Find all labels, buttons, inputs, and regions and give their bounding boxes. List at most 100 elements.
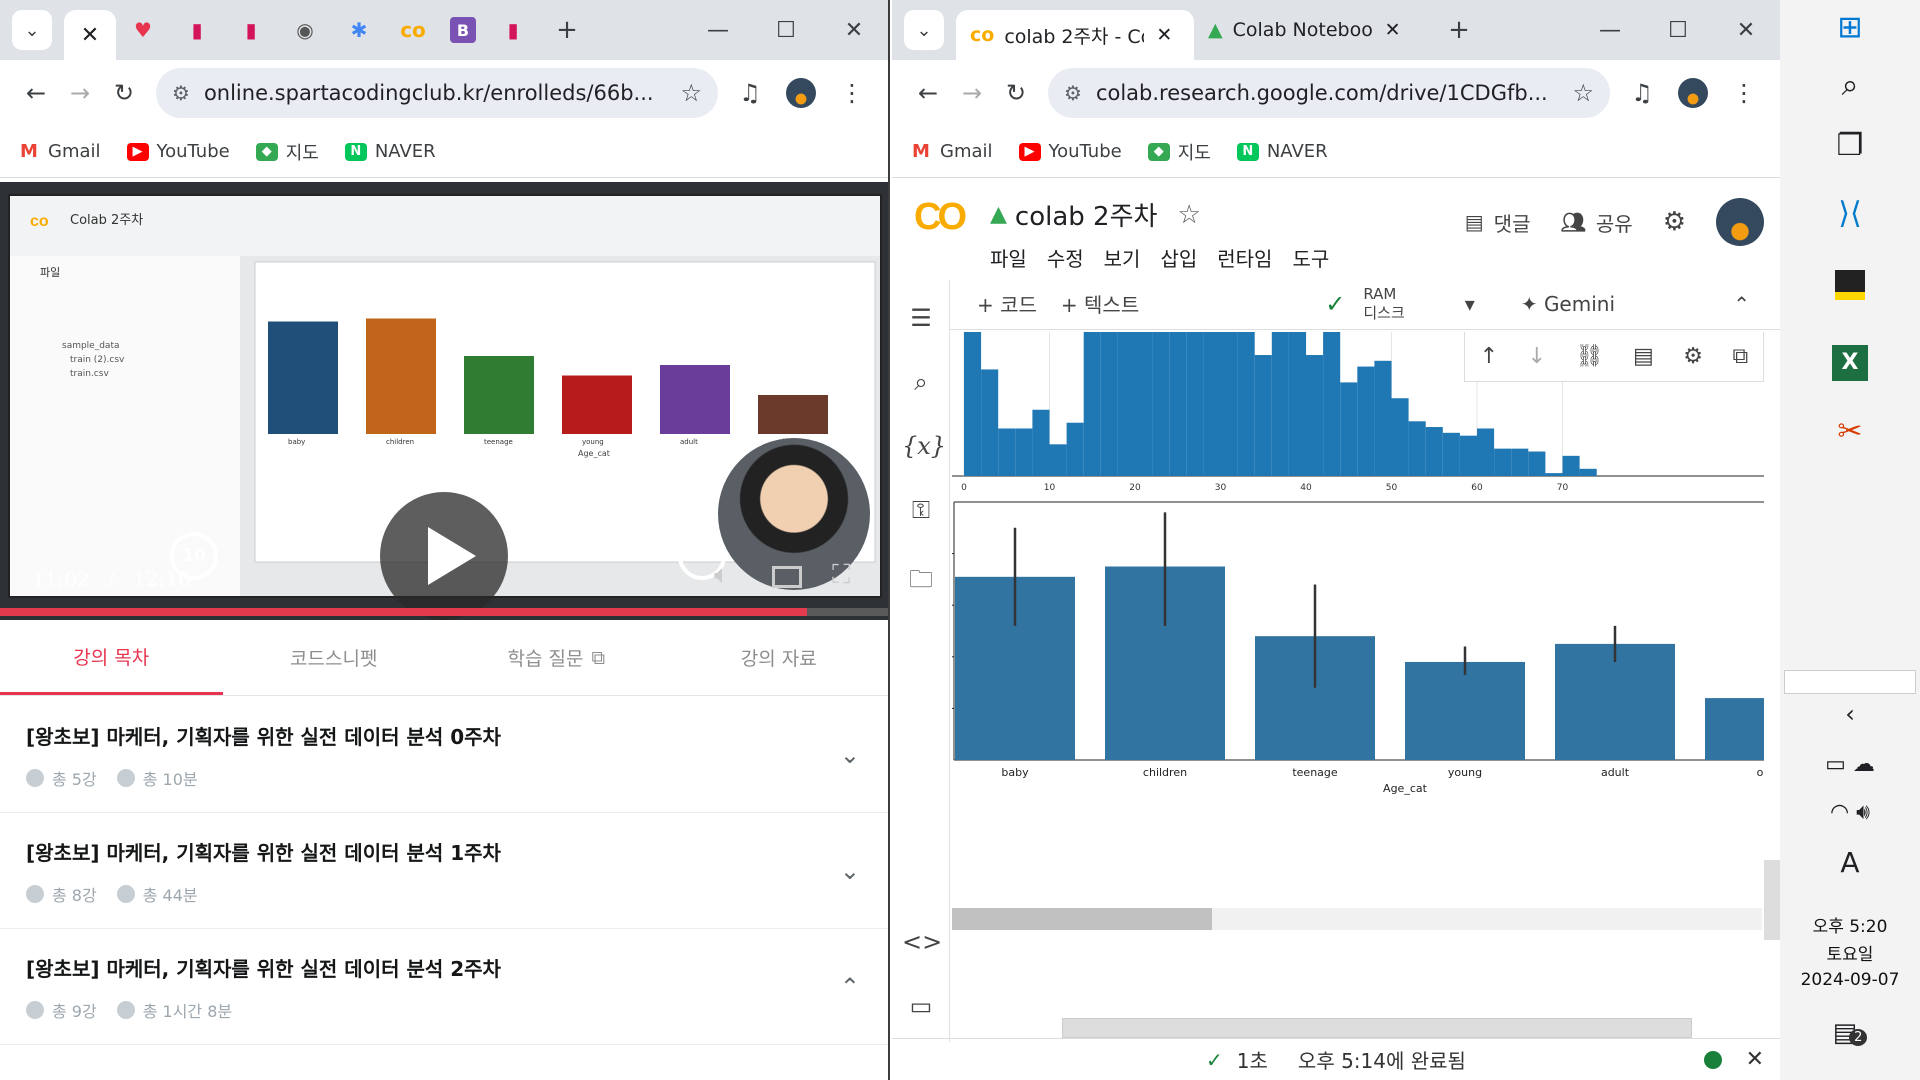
heart-favicon-icon[interactable]: ♥ (126, 13, 160, 47)
volume-icon[interactable]: 🔈︎ (714, 560, 730, 591)
colab-favicon-icon[interactable]: co (396, 13, 430, 47)
menu-view[interactable]: 보기 (1104, 243, 1141, 272)
excel-icon[interactable]: X (1780, 342, 1920, 381)
snipping-tool-icon[interactable]: ✂ (1780, 414, 1920, 449)
task-view-icon[interactable]: ❐ (1780, 128, 1920, 163)
minimize-icon[interactable]: — (684, 18, 752, 43)
bookmark-gmail[interactable]: M Gmail (18, 141, 101, 162)
tab-active[interactable]: ✕ (64, 10, 116, 60)
network-volume-icon[interactable]: ◠ 🔊︎ (1780, 800, 1920, 825)
tab-questions[interactable]: 학습 질문 ⧉ (445, 620, 668, 695)
resources-indicator[interactable]: RAM 디스크 (1363, 285, 1404, 323)
tab-materials[interactable]: 강의 자료 (668, 620, 889, 695)
address-bar[interactable]: ⚙ online.spartacodingclub.kr/enrolleds/6… (156, 68, 718, 118)
vertical-scrollbar[interactable] (1764, 860, 1780, 940)
tab-search-button[interactable]: ⌄ (904, 10, 944, 50)
tab-curriculum[interactable]: 강의 목차 (0, 620, 223, 695)
bookmark-star-icon[interactable]: ☆ (1572, 79, 1594, 107)
bottom-scrollbar[interactable] (1062, 1018, 1692, 1038)
menu-icon[interactable]: ⋮ (1722, 79, 1766, 107)
menu-file[interactable]: 파일 (990, 243, 1027, 272)
theater-mode-icon[interactable] (772, 566, 802, 588)
media-icon[interactable]: ♫ (728, 79, 772, 107)
profile-avatar[interactable] (786, 78, 816, 108)
taskbar-day[interactable]: 토요일 (1780, 940, 1920, 965)
reload-icon[interactable]: ↻ (102, 79, 146, 107)
book-favicon-icon[interactable]: ▮ (180, 13, 214, 47)
bookmark-gmail[interactable]: M Gmail (910, 141, 993, 162)
add-text-button[interactable]: + 텍스트 (1061, 289, 1139, 318)
bookmark-maps[interactable]: ◆ 지도 (1147, 139, 1211, 165)
colab-logo-icon[interactable]: CO (914, 196, 990, 256)
minimize-icon[interactable]: — (1576, 18, 1644, 43)
tab-search-button[interactable]: ⌄ (12, 10, 52, 50)
video-player[interactable]: co Colab 2주차 파일 sample_data train (2).cs… (0, 182, 888, 620)
search-icon[interactable]: ⌕ (1780, 68, 1920, 103)
menu-edit[interactable]: 수정 (1047, 243, 1084, 272)
notebook-title[interactable]: colab 2주차 (1015, 196, 1158, 233)
notification-icon[interactable]: ▤2 (1780, 1018, 1920, 1048)
close-icon[interactable]: ✕ (820, 18, 888, 43)
comment-button[interactable]: ▤ 댓글 (1465, 208, 1531, 237)
bookmark-maps[interactable]: ◆ 지도 (255, 139, 319, 165)
variables-icon[interactable]: {x} (902, 432, 946, 460)
close-status-icon[interactable]: ✕ (1746, 1047, 1764, 1072)
profile-avatar[interactable] (1716, 198, 1764, 246)
book-favicon-icon[interactable]: ▮ (496, 13, 530, 47)
media-icon[interactable]: ♫ (1620, 79, 1664, 107)
files-folder-icon[interactable]: 🗀 (902, 562, 940, 603)
back-icon[interactable]: ← (906, 79, 950, 107)
taskbar-date[interactable]: 2024-09-07 (1780, 970, 1920, 990)
search-icon[interactable]: ⌕ (902, 368, 940, 396)
menu-icon[interactable]: ⋮ (830, 79, 874, 107)
bookmark-naver[interactable]: N NAVER (344, 141, 436, 162)
ime-indicator[interactable]: A (1780, 846, 1920, 879)
scrollbar-thumb[interactable] (952, 908, 1212, 930)
book-favicon-icon[interactable]: ▮ (234, 13, 268, 47)
puzzle-favicon-icon[interactable]: ✱ (342, 13, 376, 47)
tab-colab-notebook[interactable]: co colab 2주차 - Col ✕ (956, 10, 1194, 60)
secrets-key-icon[interactable]: ⚿ (902, 496, 940, 524)
tray-scrollbar[interactable] (1784, 670, 1916, 694)
menu-tools[interactable]: 도구 (1292, 243, 1329, 272)
code-snippets-icon[interactable]: <> (902, 928, 942, 956)
terminal-icon[interactable]: ▭ (902, 992, 940, 1020)
menu-runtime[interactable]: 런타임 (1217, 243, 1272, 272)
share-button[interactable]: 👥︎ 공유 (1560, 208, 1632, 237)
forward-icon[interactable]: → (58, 79, 102, 107)
course-week-1[interactable]: [왕초보] 마케터, 기획자를 위한 실전 데이터 분석 1주차 총 8강 총 4… (0, 813, 888, 929)
tab-code-snippet[interactable]: 코드스니펫 (223, 620, 446, 695)
chevron-down-icon[interactable]: ⌄ (840, 857, 860, 885)
dropdown-icon[interactable]: ▾ (1465, 292, 1475, 316)
address-bar[interactable]: ⚙ colab.research.google.com/drive/1CDGfb… (1048, 68, 1610, 118)
collapse-icon[interactable]: ⌃ (1733, 292, 1750, 316)
bookmark-star-icon[interactable]: ☆ (680, 79, 702, 107)
move-up-icon[interactable]: ↑ (1480, 344, 1498, 369)
close-tab-icon[interactable]: ✕ (1156, 24, 1172, 46)
maximize-icon[interactable]: ☐ (1644, 18, 1712, 43)
open-in-tab-icon[interactable]: ⧉ (1733, 344, 1749, 369)
forward-icon[interactable]: → (950, 79, 994, 107)
globe-favicon-icon[interactable]: ◉ (288, 13, 322, 47)
taskbar-time[interactable]: 오후 5:20 (1780, 912, 1920, 937)
bootstrap-favicon-icon[interactable]: B (450, 17, 476, 43)
profile-avatar[interactable] (1678, 78, 1708, 108)
bookmark-youtube[interactable]: ▶ YouTube (126, 141, 230, 162)
site-info-icon[interactable]: ⚙ (172, 81, 190, 105)
course-week-0[interactable]: [왕초보] 마케터, 기획자를 위한 실전 데이터 분석 0주차 총 5강 총 1… (0, 697, 888, 813)
windows-start-icon[interactable]: ⊞ (1780, 10, 1920, 45)
toc-icon[interactable]: ☰ (902, 304, 940, 332)
menu-insert[interactable]: 삽입 (1160, 243, 1197, 272)
close-tab-icon[interactable]: ✕ (1385, 19, 1401, 41)
maximize-icon[interactable]: ☐ (752, 18, 820, 43)
course-week-2[interactable]: [왕초보] 마케터, 기획자를 위한 실전 데이터 분석 2주차 총 9강 총 1… (0, 929, 888, 1045)
back-icon[interactable]: ← (14, 79, 58, 107)
new-tab-icon[interactable]: + (550, 13, 584, 47)
star-icon[interactable]: ☆ (1177, 200, 1200, 230)
chevron-left-icon[interactable]: ‹ (1780, 700, 1920, 728)
tab-colab-notebooks-folder[interactable]: ▲ Colab Notebooks ✕ (1194, 19, 1432, 41)
link-icon[interactable]: ⛓ (1576, 344, 1604, 369)
move-down-icon[interactable]: ↓ (1528, 344, 1546, 369)
new-tab-icon[interactable]: + (1442, 13, 1476, 47)
bookmark-naver[interactable]: N NAVER (1236, 141, 1328, 162)
